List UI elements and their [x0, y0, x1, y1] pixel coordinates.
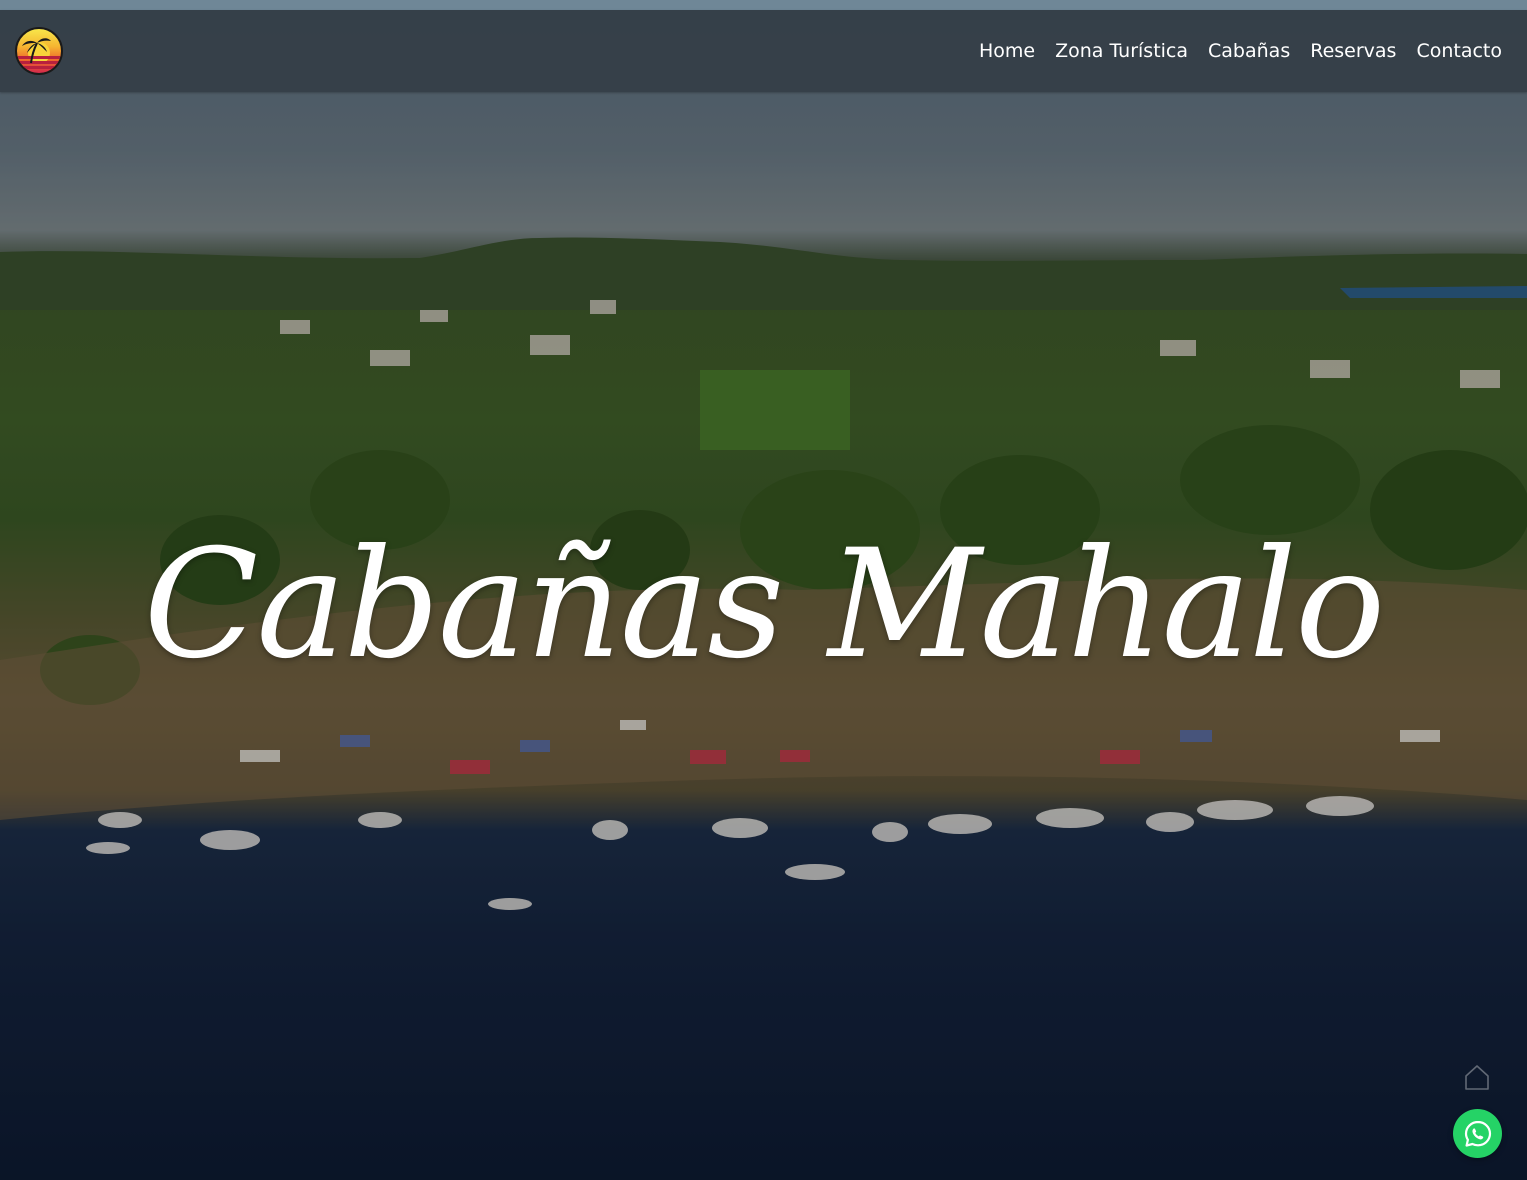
navbar: Home Zona Turística Cabañas Reservas Con… — [0, 10, 1527, 92]
hero-title: Cabañas Mahalo — [143, 518, 1386, 692]
nav-reservas[interactable]: Reservas — [1310, 40, 1396, 62]
nav-contacto[interactable]: Contacto — [1416, 40, 1502, 62]
nav-home[interactable]: Home — [979, 40, 1035, 62]
logo-graphic — [17, 38, 61, 69]
whatsapp-icon — [1464, 1120, 1491, 1147]
whatsapp-button[interactable] — [1453, 1109, 1502, 1158]
top-strip — [0, 0, 1527, 10]
home-icon-graphic — [1465, 1065, 1489, 1090]
nav-zona-turistica[interactable]: Zona Turística — [1055, 40, 1188, 62]
nav-menu: Home Zona Turística Cabañas Reservas Con… — [979, 10, 1502, 92]
nav-cabanas[interactable]: Cabañas — [1208, 40, 1290, 62]
sunset-palm-logo-icon[interactable] — [15, 27, 63, 75]
home-icon[interactable] — [1462, 1062, 1492, 1092]
page: Home Zona Turística Cabañas Reservas Con… — [0, 0, 1527, 1180]
